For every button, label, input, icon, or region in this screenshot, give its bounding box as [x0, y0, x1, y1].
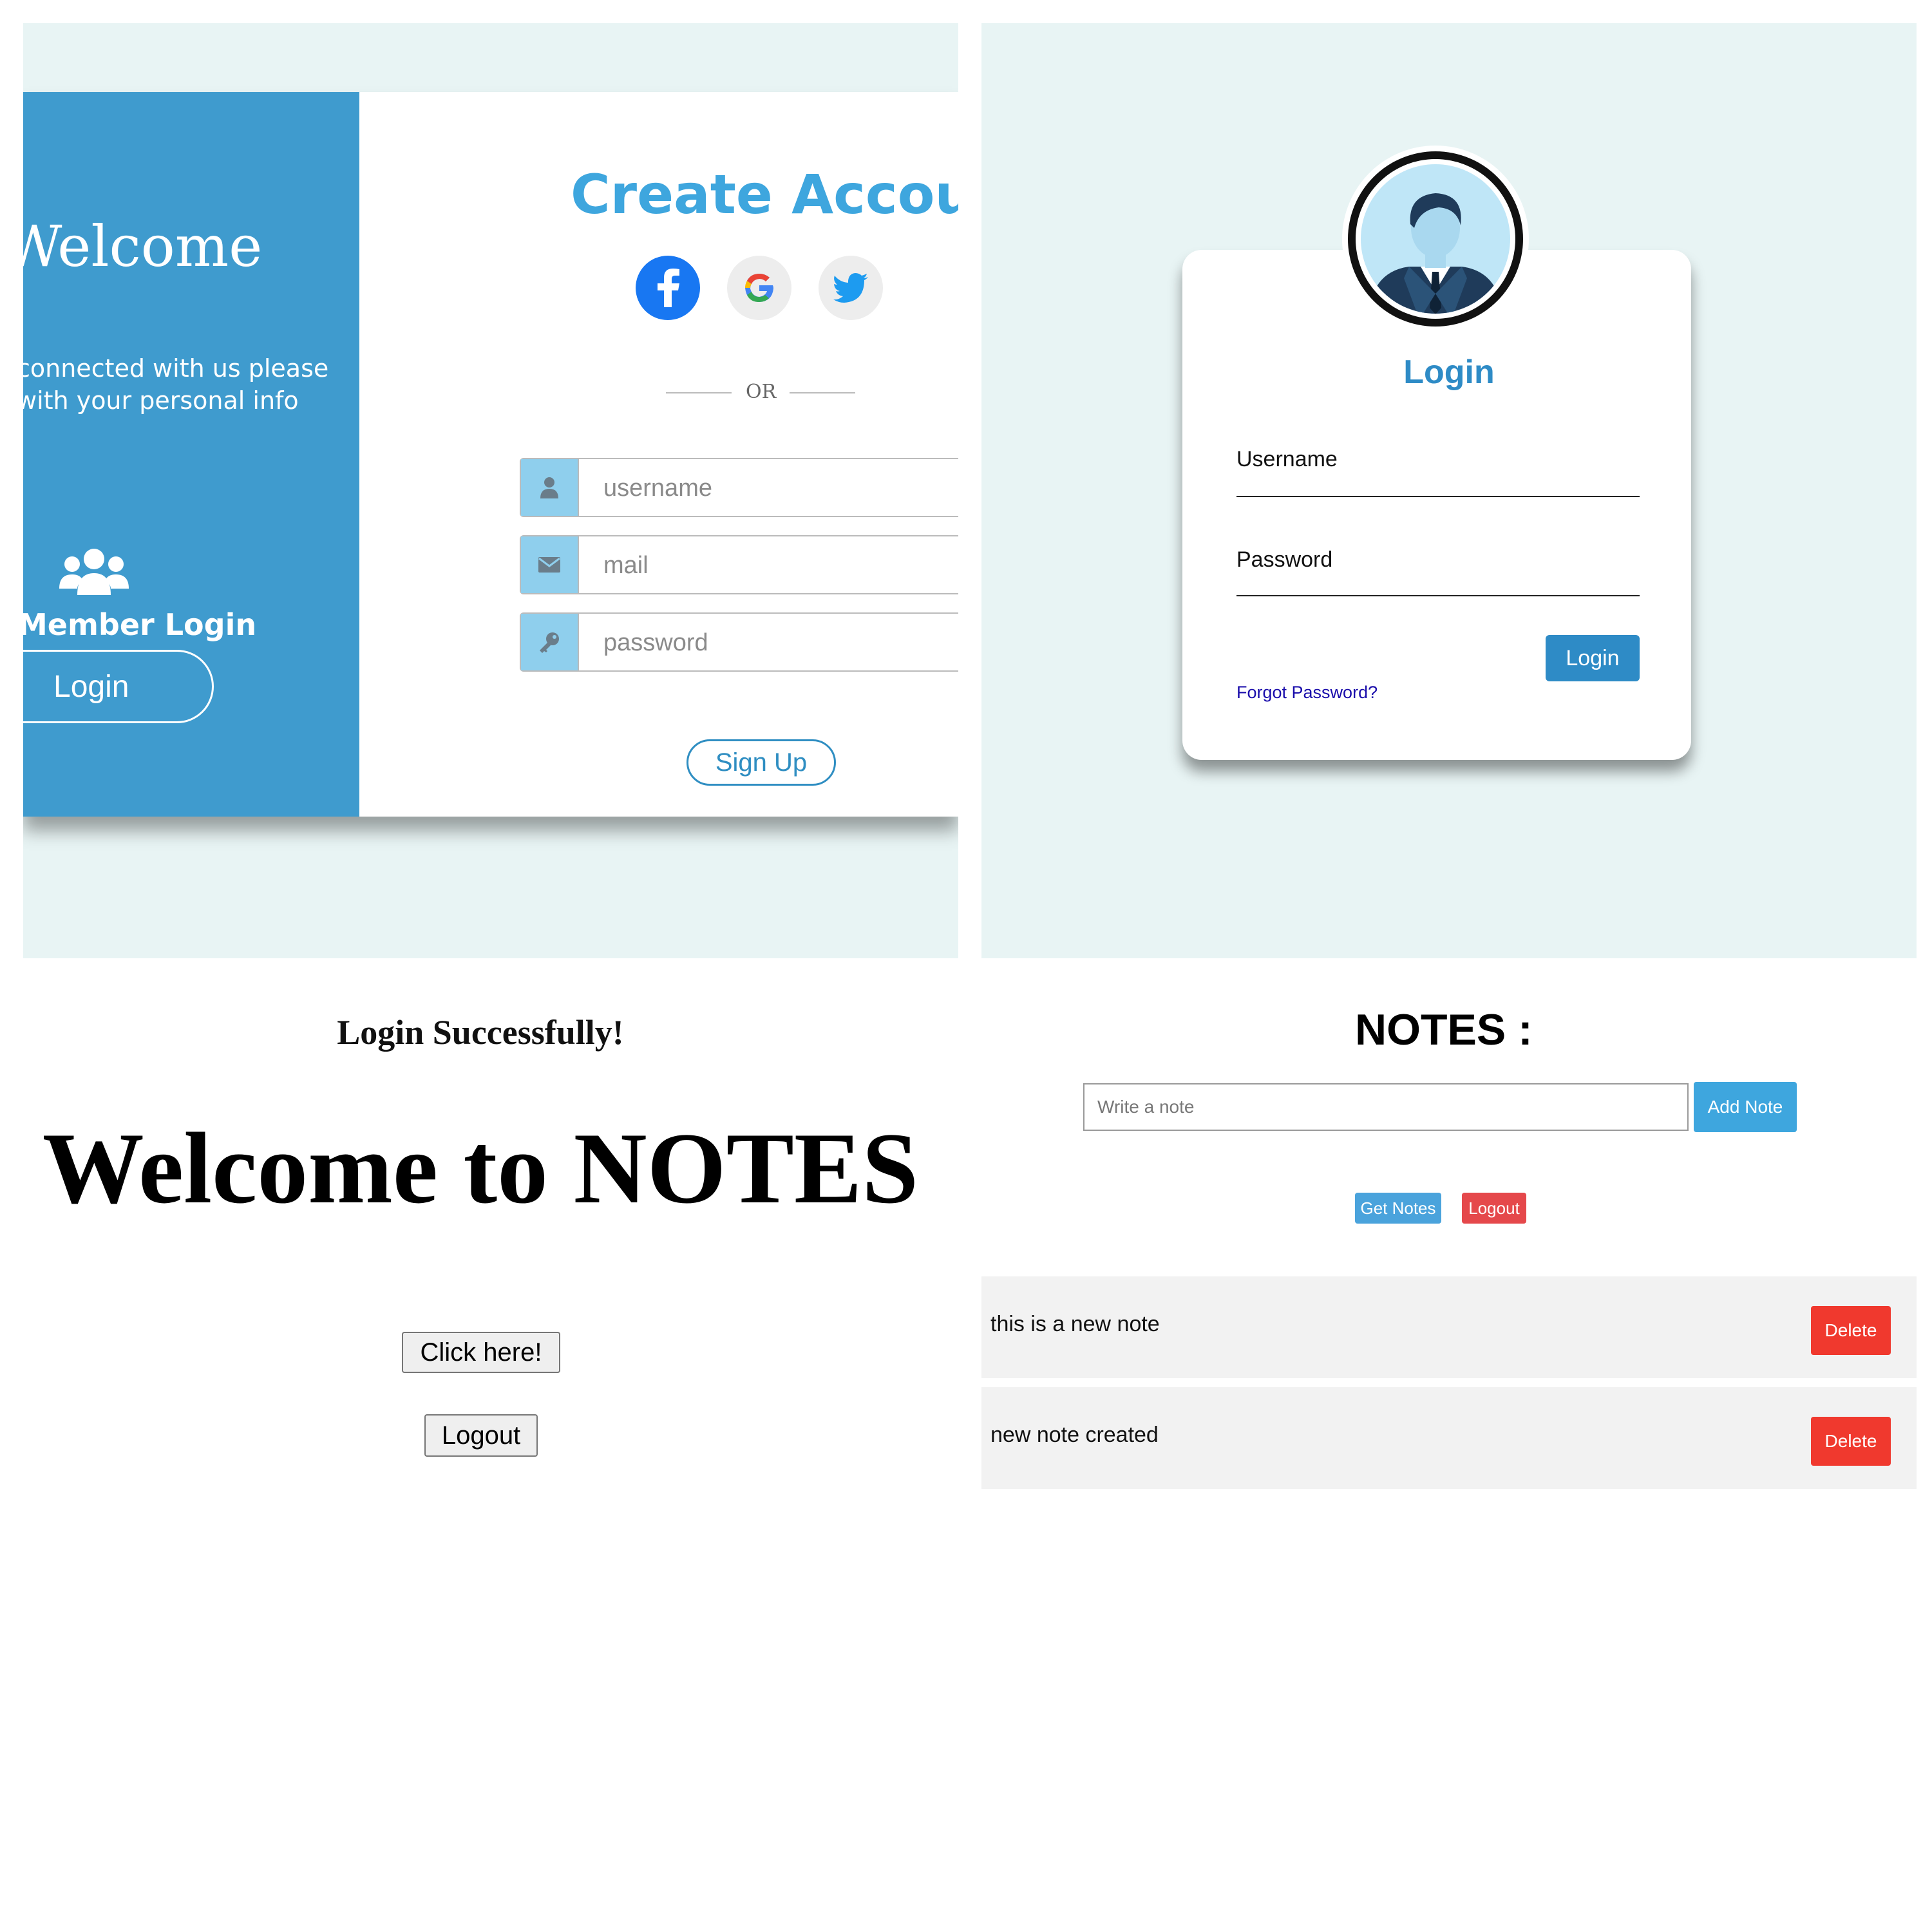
- twitter-icon: [833, 273, 868, 303]
- google-icon: [745, 274, 773, 302]
- user-icon: [521, 459, 579, 516]
- google-button[interactable]: [727, 256, 791, 320]
- create-account-title: Create Account: [571, 163, 958, 226]
- login-title: Login: [1403, 354, 1495, 391]
- mail-input[interactable]: [579, 536, 958, 594]
- delete-note-button[interactable]: Delete: [1811, 1417, 1891, 1466]
- envelope-icon: [521, 536, 579, 593]
- click-here-button[interactable]: Click here!: [402, 1332, 560, 1373]
- welcome-subtitle-line-2: with your personal info: [23, 386, 299, 415]
- twitter-button[interactable]: [819, 256, 883, 320]
- login-success-message: Login Successfully!: [337, 1013, 624, 1052]
- avatar-icon: [1342, 146, 1529, 332]
- username-input[interactable]: [579, 459, 958, 517]
- username-field[interactable]: [520, 458, 958, 517]
- password-field[interactable]: Password: [1236, 547, 1332, 573]
- note-text: this is a new note: [990, 1312, 1160, 1336]
- or-divider-text: OR: [746, 381, 777, 403]
- note-item: this is a new note Delete: [981, 1276, 1917, 1378]
- note-input[interactable]: [1083, 1083, 1689, 1131]
- sign-up-button[interactable]: Sign Up: [687, 739, 836, 786]
- logout-button[interactable]: Logout: [424, 1414, 538, 1457]
- facebook-button[interactable]: [636, 256, 700, 320]
- logout-button[interactable]: Logout: [1462, 1193, 1526, 1224]
- welcome-subtitle-line-1: connected with us please: [23, 354, 329, 383]
- add-note-button[interactable]: Add Note: [1694, 1082, 1797, 1132]
- note-item: new note created Delete: [981, 1387, 1917, 1489]
- member-login-button[interactable]: Login: [23, 650, 214, 723]
- login-button[interactable]: Login: [1546, 635, 1640, 681]
- welcome-screen: Login Successfully! Welcome to NOTES Cli…: [23, 981, 958, 1522]
- welcome-subtitle: connected with us please with your perso…: [23, 352, 328, 417]
- mail-field[interactable]: [520, 535, 958, 594]
- create-account-card: Welcome connected with us please with yo…: [23, 92, 958, 817]
- password-input[interactable]: [579, 614, 958, 672]
- username-underline: [1236, 496, 1640, 497]
- welcome-heading: Welcome: [23, 213, 263, 279]
- delete-note-button[interactable]: Delete: [1811, 1306, 1891, 1355]
- login-screen: Login Username Password Login Forgot Pas…: [981, 23, 1917, 958]
- welcome-side-panel: Welcome connected with us please with yo…: [23, 92, 359, 817]
- username-field[interactable]: Username: [1236, 447, 1338, 472]
- users-icon: [59, 549, 129, 595]
- password-field[interactable]: [520, 612, 958, 672]
- facebook-icon: [658, 269, 679, 307]
- member-login-label: Member Login: [23, 607, 257, 642]
- notes-screen: NOTES : Add Note Get Notes Logout this i…: [981, 981, 1917, 1522]
- get-notes-button[interactable]: Get Notes: [1355, 1193, 1441, 1224]
- notes-title: NOTES :: [1355, 1005, 1533, 1054]
- password-underline: [1236, 595, 1640, 596]
- create-account-screen: Welcome connected with us please with yo…: [23, 23, 958, 958]
- key-icon: [521, 614, 579, 670]
- or-divider-right: [790, 392, 855, 393]
- or-divider-left: [666, 392, 732, 393]
- note-text: new note created: [990, 1423, 1159, 1447]
- forgot-password-link[interactable]: Forgot Password?: [1236, 683, 1378, 703]
- welcome-heading: Welcome to NOTES: [42, 1112, 919, 1225]
